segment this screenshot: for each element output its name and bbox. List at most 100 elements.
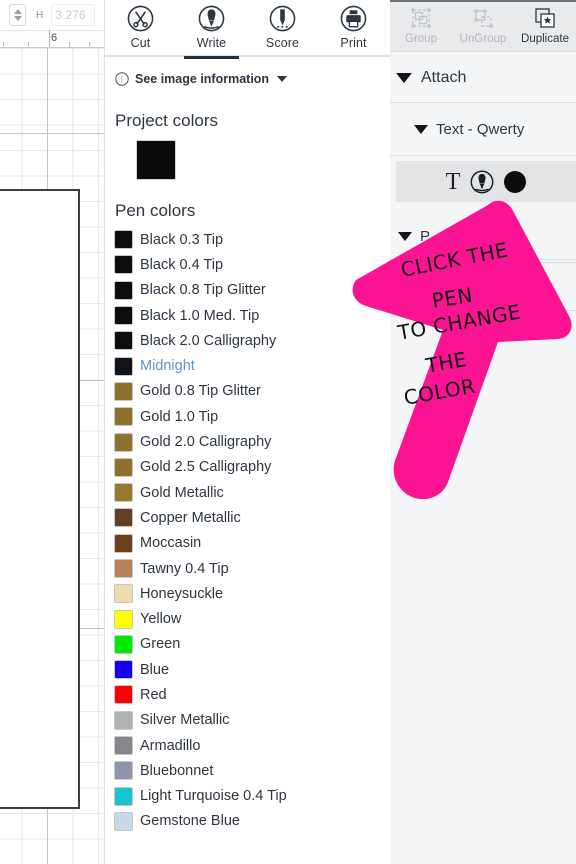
chevron-down-icon[interactable] <box>277 76 288 82</box>
pen-color-row[interactable]: Yellow <box>115 606 390 631</box>
pen-color-swatch[interactable] <box>115 711 132 729</box>
pen-color-swatch[interactable] <box>115 509 132 527</box>
pen-color-row[interactable]: Midnight <box>115 353 390 378</box>
pen-color-swatch[interactable] <box>115 382 132 400</box>
pen-color-swatch[interactable] <box>115 332 132 350</box>
tab-write[interactable]: Write <box>176 0 247 59</box>
pen-color-row[interactable]: Gold 2.0 Calligraphy <box>115 429 390 454</box>
pen-color-row[interactable]: Black 0.8 Tip Glitter <box>115 278 390 303</box>
pen-color-row[interactable]: Gold 1.0 Tip <box>115 404 390 429</box>
pen-color-label: Gold 2.0 Calligraphy <box>140 434 272 451</box>
pen-color-row[interactable]: Black 1.0 Med. Tip <box>115 303 390 328</box>
attach-section-header[interactable]: Attach <box>390 53 576 103</box>
ungroup-button[interactable]: UnGroup <box>452 2 514 52</box>
pen-color-label: Yellow <box>140 611 182 628</box>
pen-color-label: Gold 1.0 Tip <box>140 408 219 425</box>
pen-color-label: Black 0.8 Tip Glitter <box>140 282 266 299</box>
pen-color-row[interactable]: Bluebonnet <box>115 758 390 783</box>
horizontal-ruler: 6 <box>0 30 104 48</box>
group-button-label: Group <box>405 33 437 45</box>
pen-color-row[interactable]: Gemstone Blue <box>115 809 390 834</box>
pen-color-swatch[interactable] <box>115 635 132 653</box>
pen-color-swatch[interactable] <box>115 534 132 552</box>
layer-row[interactable]: T <box>396 161 576 202</box>
pen-color-row[interactable]: Gold 2.5 Calligraphy <box>115 455 390 480</box>
divider <box>390 310 576 311</box>
pen-color-swatch[interactable] <box>115 231 132 249</box>
mat-shape[interactable] <box>0 189 80 809</box>
tab-score[interactable]: Score <box>247 0 318 57</box>
duplicate-icon <box>535 8 555 28</box>
pen-color-row[interactable]: Light Turquoise 0.4 Tip <box>115 784 390 809</box>
pen-color-swatch[interactable] <box>115 686 132 704</box>
triangle-down-icon[interactable] <box>396 72 412 83</box>
group-button[interactable]: Group <box>390 2 452 52</box>
pen-color-row[interactable]: Moccasin <box>115 531 390 556</box>
layer-color-swatch[interactable] <box>504 170 527 193</box>
pen-color-swatch[interactable] <box>115 484 132 502</box>
pen-color-swatch[interactable] <box>115 281 132 299</box>
pen-color-row[interactable]: Armadillo <box>115 733 390 758</box>
layers-panel: Group UnGroup Duplicate Attach Text - Qw… <box>390 0 576 864</box>
layer-group-collapsed-label: P <box>420 228 431 245</box>
pen-color-row[interactable]: Black 0.3 Tip <box>115 227 390 252</box>
text-T-icon: T <box>445 168 461 195</box>
pen-color-row[interactable]: Honeysuckle <box>115 581 390 606</box>
duplicate-button[interactable]: Duplicate <box>514 2 576 52</box>
pen-color-row[interactable]: Gold 0.8 Tip Glitter <box>115 379 390 404</box>
pen-color-swatch[interactable] <box>115 560 132 577</box>
pen-color-swatch[interactable] <box>115 408 132 426</box>
pen-color-row[interactable]: Green <box>115 632 390 657</box>
printer-icon <box>340 5 367 32</box>
ungroup-button-label: UnGroup <box>459 33 507 45</box>
see-image-information[interactable]: See image information <box>105 57 390 101</box>
pen-color-swatch[interactable] <box>115 585 132 603</box>
pen-color-label: Bluebonnet <box>140 762 214 779</box>
colors-panel: Cut Write Score Print See image informat… <box>105 0 390 864</box>
pen-color-label: Gemstone Blue <box>140 813 240 830</box>
pen-color-swatch[interactable] <box>115 762 132 780</box>
pen-color-label: Light Turquoise 0.4 Tip <box>140 788 287 805</box>
pen-color-swatch[interactable] <box>115 610 132 628</box>
pen-color-row[interactable]: Copper Metallic <box>115 505 390 530</box>
pen-color-swatch[interactable] <box>115 787 132 805</box>
tab-print-label: Print <box>340 36 367 50</box>
pen-icon[interactable] <box>470 170 494 194</box>
pen-color-row[interactable]: Blue <box>115 657 390 682</box>
stepper-up-icon[interactable] <box>13 9 22 14</box>
pen-color-swatch[interactable] <box>115 433 132 451</box>
project-colors-swatches <box>105 131 390 179</box>
ruler-mark-6: 6 <box>51 32 58 44</box>
triangle-down-icon[interactable] <box>398 232 412 241</box>
tab-cut[interactable]: Cut <box>105 0 176 57</box>
layer-group-text-qwerty[interactable]: Text - Qwerty <box>390 104 576 156</box>
pen-color-swatch[interactable] <box>115 256 132 274</box>
pen-color-row[interactable]: Black 0.4 Tip <box>115 252 390 277</box>
pen-color-swatch[interactable] <box>115 357 132 375</box>
pen-color-swatch[interactable] <box>115 737 132 755</box>
linetype-mode-tabs: Cut Write Score Print <box>105 0 390 59</box>
pen-color-row[interactable]: Gold Metallic <box>115 480 390 505</box>
height-field[interactable]: 3.276 <box>50 4 95 26</box>
tab-print[interactable]: Print <box>318 0 389 57</box>
project-color-swatch[interactable] <box>137 141 175 179</box>
pen-color-swatch[interactable] <box>115 812 132 830</box>
pen-color-swatch[interactable] <box>115 307 132 325</box>
layer-group-collapsed[interactable]: P <box>390 214 576 260</box>
pen-color-row[interactable]: Tawny 0.4 Tip <box>115 556 390 581</box>
pen-icon <box>198 5 225 32</box>
pen-color-swatch[interactable] <box>115 661 132 679</box>
pen-color-label: Green <box>140 636 181 653</box>
stepper-down-icon[interactable] <box>13 16 22 21</box>
pen-color-label: Gold Metallic <box>140 484 224 501</box>
height-stepper[interactable] <box>9 4 26 26</box>
triangle-down-icon[interactable] <box>414 125 428 134</box>
tab-write-label: Write <box>196 36 227 50</box>
design-grid[interactable] <box>0 48 104 864</box>
pen-color-row[interactable]: Black 2.0 Calligraphy <box>115 328 390 353</box>
pen-color-row[interactable]: Silver Metallic <box>115 708 390 733</box>
pen-color-row[interactable]: Red <box>115 682 390 707</box>
pen-color-swatch[interactable] <box>115 458 132 476</box>
pen-color-label: Silver Metallic <box>140 712 230 729</box>
pen-color-label: Black 0.3 Tip <box>140 231 224 248</box>
